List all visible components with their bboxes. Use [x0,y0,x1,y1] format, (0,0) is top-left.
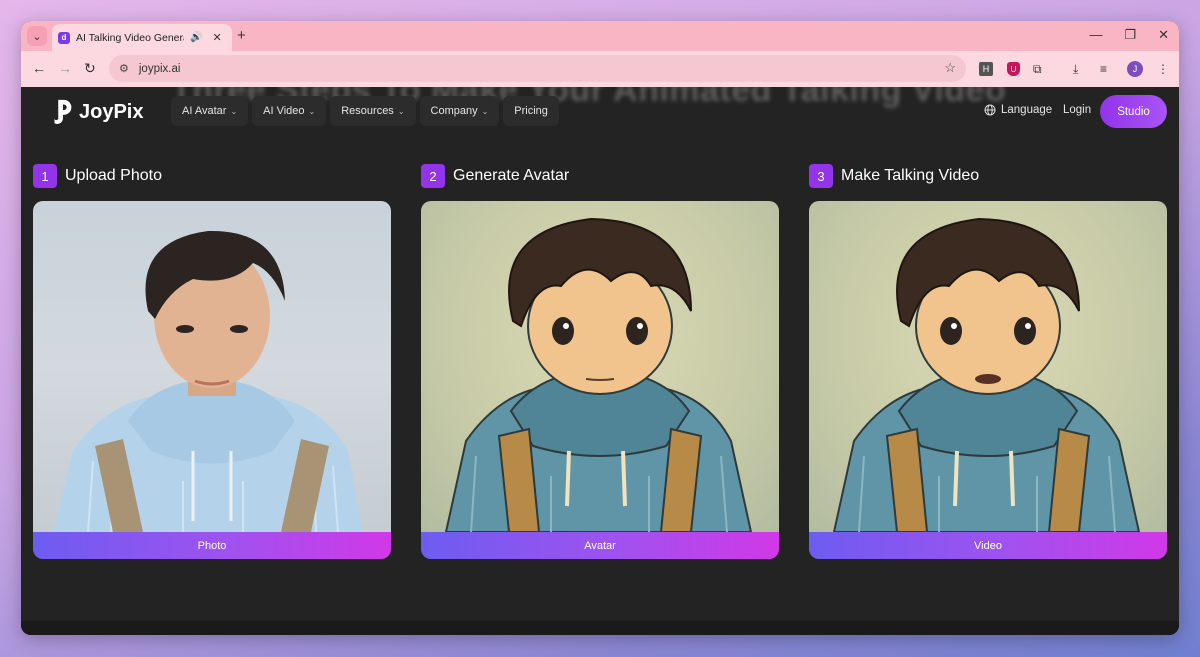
step-title: Generate Avatar [453,167,570,184]
talking-video-image [809,201,1167,532]
chevron-down-icon: ⌄ [397,106,405,116]
nav-label: AI Video [263,105,305,117]
login-link[interactable]: Login [1063,104,1091,116]
step-number: 2 [421,164,445,188]
main-nav: AI Avatar ⌄ AI Video ⌄ Resources ⌄ Company ⌄… [171,96,559,126]
step-number: 1 [33,164,57,188]
anime-avatar-image [421,201,779,532]
step-generate-avatar: 2 Generate Avatar Avatar [421,164,779,559]
menu-kebab-icon[interactable]: ⋮ [1157,62,1169,76]
reload-icon[interactable]: ↻ [84,60,96,77]
nav-label: Pricing [514,105,548,117]
nav-company[interactable]: Company ⌄ [419,96,500,126]
profile-avatar[interactable]: J [1127,61,1143,77]
chevron-down-icon: ⌄ [230,106,238,116]
download-icon[interactable]: ⤓ [1073,62,1078,77]
logo-text: JoyPix [79,100,144,123]
step-title: Upload Photo [65,167,162,184]
boy-photo-image [33,201,391,532]
bookmark-star-icon[interactable]: ☆ [944,60,956,76]
chevron-down-icon: ⌄ [481,106,489,116]
nav-resources[interactable]: Resources ⌄ [330,96,416,126]
forward-icon[interactable]: → [58,60,72,76]
step-title: Make Talking Video [841,167,980,184]
back-icon[interactable]: ← [32,60,46,76]
photo-card[interactable]: Photo [33,201,391,559]
restore-icon[interactable]: ❐ [1124,27,1136,43]
tab-title: AI Talking Video Generator [76,31,184,44]
browser-tab[interactable]: d AI Talking Video Generator 🔊 ✕ [52,24,232,51]
extension-h-icon[interactable]: H [979,62,993,76]
step-upload-photo: 1 Upload Photo Photo [33,164,391,559]
step-make-talking-video: 3 Make Talking Video Video [809,164,1167,559]
shield-extension-icon[interactable]: U [1007,62,1020,76]
url-text: joypix.ai [138,62,181,75]
nav-label: Resources [341,105,394,117]
site-favicon-icon: d [58,31,70,44]
language-label: Language [1001,104,1053,116]
browser-toolbar: ← → ↻ ⚙ joypix.ai ☆ H U ⧉ ⤓ ≡ J ⋮ [21,51,1179,87]
nav-ai-avatar[interactable]: AI Avatar ⌄ [171,96,249,126]
browser-window: ⌄ d AI Talking Video Generator 🔊 ✕ + — ❐… [21,21,1179,635]
card-label: Photo [33,532,391,559]
step-number: 3 [809,164,833,188]
page-footer-strip [21,621,1179,635]
speaker-icon[interactable]: 🔊 [190,32,202,43]
chevron-down-icon: ⌄ [308,106,316,116]
close-window-icon[interactable]: ✕ [1158,27,1169,43]
tab-search-button[interactable]: ⌄ [27,26,47,46]
card-label: Video [809,532,1167,559]
site-header: Three Steps To Make Your Animated Talkin… [21,87,1179,135]
video-card[interactable]: Video [809,201,1167,559]
puzzle-extensions-icon[interactable]: ⧉ [1033,62,1042,77]
nav-label: AI Avatar [182,105,227,117]
joypix-logo[interactable]: JoyPix [51,97,143,127]
nav-pricing[interactable]: Pricing [503,96,559,126]
media-control-icon[interactable]: ≡ [1100,62,1107,76]
globe-icon [984,104,996,116]
new-tab-button[interactable]: + [237,27,246,44]
nav-label: Company [430,105,478,117]
card-label: Avatar [421,532,779,559]
minimize-icon[interactable]: — [1089,27,1102,43]
tab-strip: ⌄ d AI Talking Video Generator 🔊 ✕ + — ❐… [21,21,1179,51]
close-tab-icon[interactable]: ✕ [212,31,221,44]
joypix-logo-icon [54,99,72,125]
web-page: Three Steps To Make Your Animated Talkin… [21,87,1179,635]
avatar-card[interactable]: Avatar [421,201,779,559]
site-info-icon[interactable]: ⚙ [119,62,129,75]
language-selector[interactable]: Language [984,104,1052,116]
studio-button[interactable]: Studio [1100,95,1167,128]
nav-ai-video[interactable]: AI Video ⌄ [252,96,327,126]
address-bar[interactable]: ⚙ joypix.ai ☆ [109,55,966,82]
